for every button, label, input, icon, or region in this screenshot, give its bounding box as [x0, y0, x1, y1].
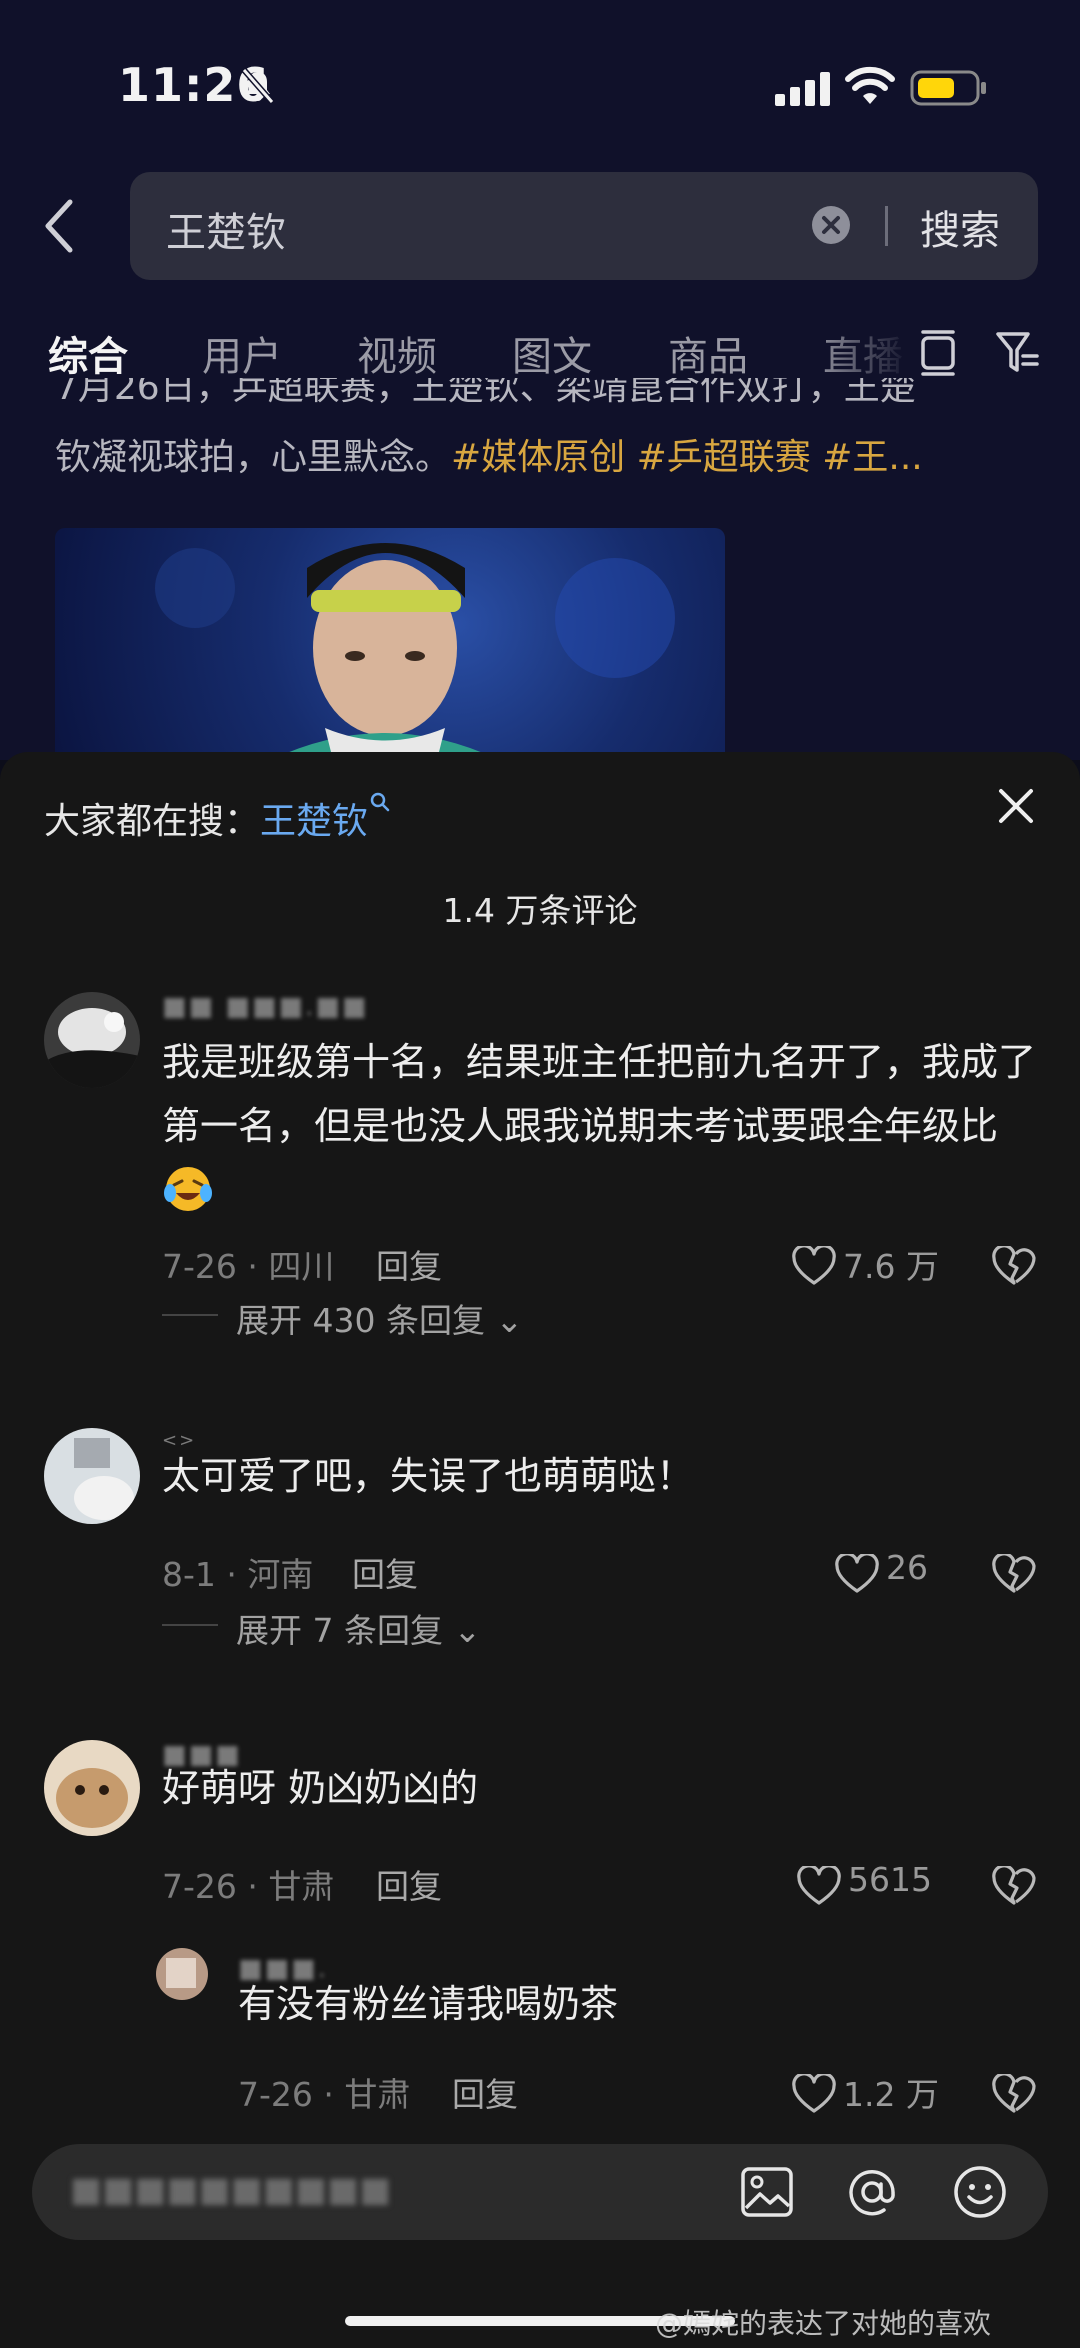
filter-icon[interactable] — [995, 328, 1039, 376]
post-hashtags[interactable]: #媒体原创 #乒超联赛 #王... — [451, 437, 923, 478]
clear-search-icon[interactable] — [810, 204, 852, 246]
post-line-1: 7月26日，乒超联赛，王楚钦、梁靖崑合作双打，王楚 — [55, 378, 916, 408]
hot-search-keyword[interactable]: 王楚钦 — [260, 801, 368, 842]
avatar[interactable] — [44, 1740, 140, 1836]
comment-username[interactable]: ■■ ■■■.■■ — [162, 992, 369, 1022]
close-icon[interactable] — [996, 786, 1036, 826]
chevron-down-icon: ⌄ — [453, 1611, 482, 1650]
watermark: @嫣姹的表达了对她的喜欢 — [655, 2307, 992, 2340]
avatar[interactable] — [156, 1948, 208, 2000]
hot-search-label: 大家都在搜： — [44, 801, 261, 842]
broken-heart-icon[interactable] — [992, 1866, 1036, 1906]
battery-icon — [910, 70, 986, 106]
background-search-page: 11:26 王楚钦 搜索 综合 用户 视频 图文 商品 7月26日，乒超联赛，王… — [0, 0, 1080, 760]
back-arrow-icon[interactable] — [40, 196, 80, 256]
heart-icon[interactable] — [835, 1554, 879, 1594]
avatar-image — [44, 1740, 140, 1836]
heart-icon[interactable] — [792, 2074, 836, 2114]
expand-replies-label: 展开 430 条回复 — [236, 1301, 485, 1340]
broken-heart-icon[interactable] — [992, 1246, 1036, 1286]
comment-input[interactable]: ■■■■■■■■■■ — [32, 2144, 1048, 2240]
reply-button[interactable]: 回复 — [376, 1240, 442, 1288]
avatar-image — [156, 1948, 208, 2000]
comment-date-location: 8-1 · 河南 — [162, 1555, 314, 1594]
heart-icon[interactable] — [797, 1866, 841, 1906]
image-icon[interactable] — [740, 2166, 794, 2218]
emoji-icon[interactable] — [952, 2164, 1008, 2220]
tab-layout-icon[interactable] — [918, 328, 958, 376]
search-button[interactable]: 搜索 — [920, 198, 1000, 256]
status-bar: 11:26 — [0, 0, 1080, 170]
post-image[interactable] — [55, 528, 725, 760]
search-icon — [370, 792, 390, 812]
tab-posts[interactable]: 图文 — [512, 324, 592, 382]
comment-text-content: 我是班级第十名，结果班主任把前九名开了，我成了第一名，但是也没人跟我说期末考试要… — [162, 1040, 1037, 1148]
reply-button[interactable]: 回复 — [352, 1548, 418, 1596]
reply-button[interactable]: 回复 — [376, 1860, 442, 1908]
broken-heart-icon[interactable] — [992, 2074, 1036, 2114]
avatar[interactable] — [44, 1428, 140, 1524]
comments-sheet: 大家都在搜：王楚钦 1.4 万条评论 ■■ ■■■.■■ 我是班级第十名，结果班… — [0, 752, 1080, 2348]
comment-text[interactable]: 有没有粉丝请我喝奶茶 — [238, 1972, 1018, 2036]
expand-divider — [162, 1624, 218, 1626]
comment-date-location: 7-26 · 四川 — [162, 1247, 335, 1286]
comment-date-location: 7-26 · 甘肃 — [238, 2075, 411, 2114]
post-text[interactable]: 7月26日，乒超联赛，王楚钦、梁靖崑合作双打，王楚 钦凝视球拍，心里默念。#媒体… — [55, 378, 1035, 488]
heart-icon[interactable] — [792, 1246, 836, 1286]
expand-replies-label: 展开 7 条回复 — [236, 1611, 443, 1650]
hot-search[interactable]: 大家都在搜：王楚钦 — [44, 792, 390, 844]
post-line-2: 钦凝视球拍，心里默念。 — [55, 437, 452, 478]
expand-replies-button[interactable]: 展开 430 条回复 ⌄ — [236, 1294, 523, 1342]
tab-users[interactable]: 用户 — [202, 324, 282, 382]
chevron-down-icon: ⌄ — [495, 1301, 524, 1340]
comment-date-location: 7-26 · 甘肃 — [162, 1867, 335, 1906]
comment-text[interactable]: 好萌呀 奶凶奶凶的 — [162, 1756, 1042, 1820]
avatar-image — [44, 992, 140, 1088]
bell-mute-icon — [241, 68, 275, 104]
like-count: 1.2 万 — [843, 2075, 939, 2114]
search-query-text: 王楚钦 — [166, 210, 286, 256]
tab-videos[interactable]: 视频 — [357, 324, 437, 382]
like-count: 26 — [886, 1548, 928, 1587]
search-input[interactable]: 王楚钦 搜索 — [130, 172, 1038, 280]
broken-heart-icon[interactable] — [992, 1554, 1036, 1594]
wifi-icon — [845, 66, 895, 104]
laughing-crying-emoji-icon — [164, 1167, 212, 1211]
like-count: 5615 — [848, 1860, 932, 1899]
at-mention-icon[interactable] — [844, 2164, 900, 2220]
search-row: 王楚钦 搜索 — [0, 172, 1080, 282]
expand-divider — [162, 1314, 218, 1316]
reply-button[interactable]: 回复 — [452, 2068, 518, 2116]
comment-count: 1.4 万条评论 — [442, 891, 638, 930]
expand-replies-button[interactable]: 展开 7 条回复 ⌄ — [236, 1604, 481, 1652]
avatar[interactable] — [44, 992, 140, 1088]
tab-products[interactable]: 商品 — [668, 324, 748, 382]
comment-text[interactable]: 太可爱了吧，失误了也萌萌哒！ — [162, 1444, 1042, 1508]
cellular-signal-icon — [775, 72, 830, 106]
comment-input-placeholder: ■■■■■■■■■■ — [70, 2170, 392, 2210]
like-count: 7.6 万 — [843, 1247, 939, 1286]
tab-all[interactable]: 综合 — [48, 324, 128, 382]
comment-text[interactable]: 我是班级第十名，结果班主任把前九名开了，我成了第一名，但是也没人跟我说期末考试要… — [162, 1030, 1042, 1222]
search-divider — [885, 206, 888, 246]
athlete-photo-illustration — [155, 543, 675, 760]
avatar-image — [44, 1428, 140, 1524]
